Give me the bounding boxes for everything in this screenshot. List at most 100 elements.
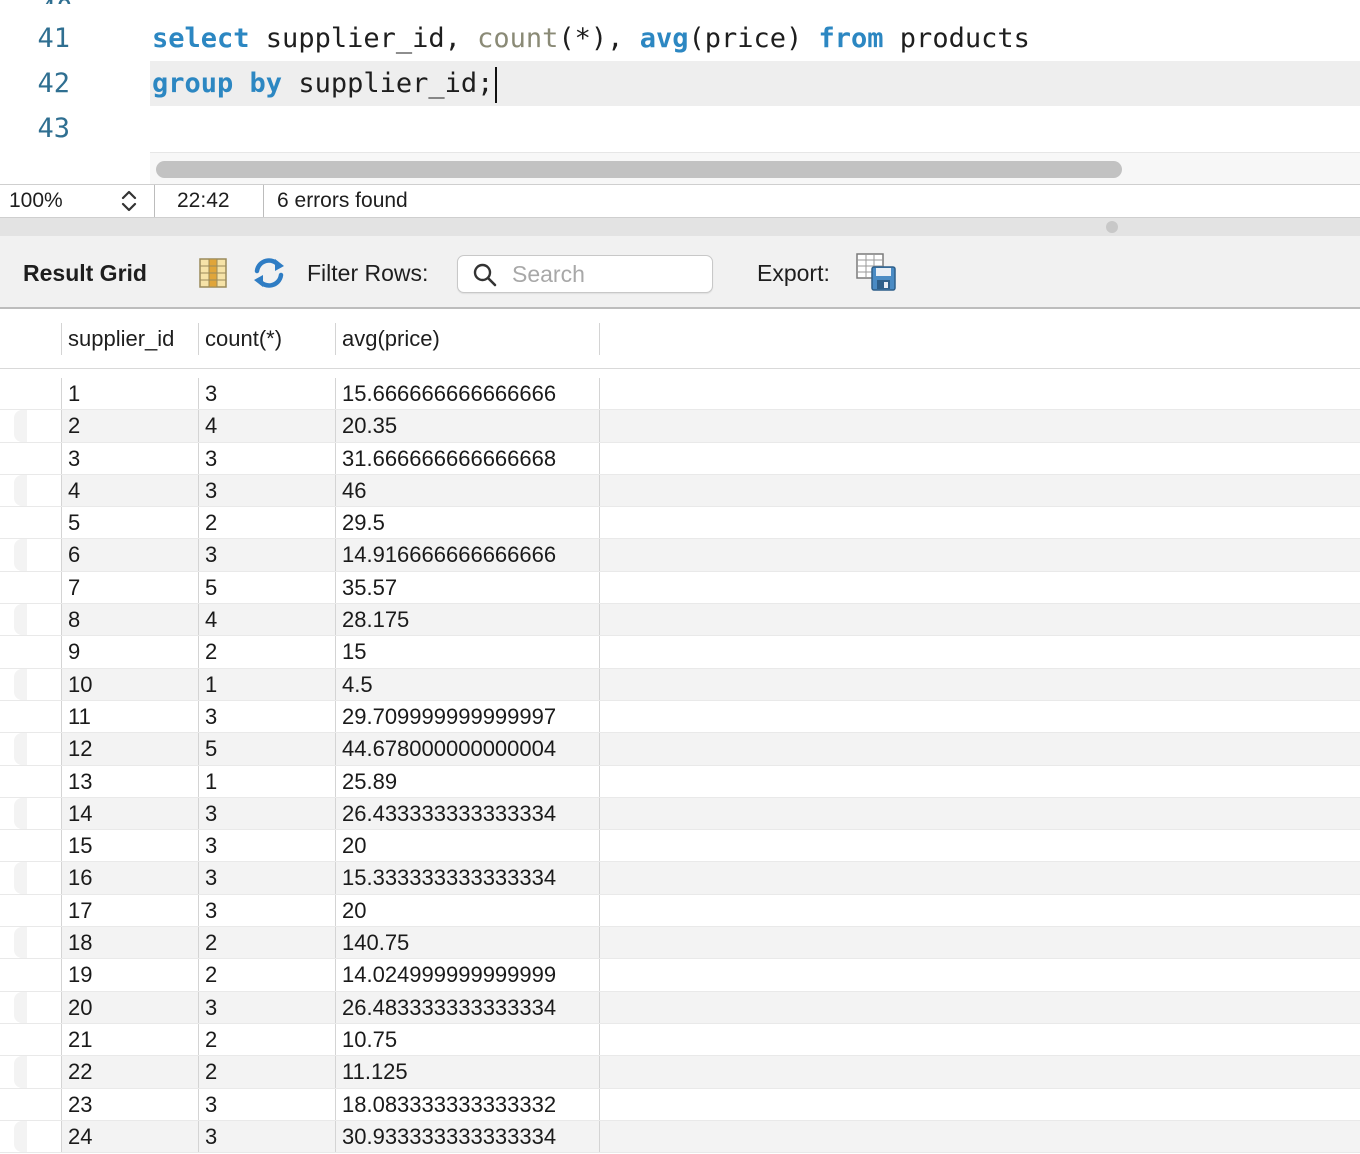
- cell-count[interactable]: 3: [198, 474, 335, 507]
- scrollbar-thumb[interactable]: [156, 161, 1122, 178]
- cell-supplier-id[interactable]: 6: [61, 539, 198, 571]
- cell-supplier-id[interactable]: 19: [61, 959, 198, 991]
- panel-splitter[interactable]: [0, 218, 1360, 236]
- cell-avg-price[interactable]: 20: [335, 830, 600, 862]
- cell-supplier-id[interactable]: 14: [61, 797, 198, 830]
- splitter-handle[interactable]: [1106, 221, 1118, 233]
- cell-avg-price[interactable]: 25.89: [335, 765, 600, 797]
- cell-count[interactable]: 4: [198, 604, 335, 636]
- cell-avg-price[interactable]: 26.483333333333334: [335, 991, 600, 1023]
- cell-avg-price[interactable]: 28.175: [335, 604, 600, 636]
- cell-avg-price[interactable]: 15.666666666666666: [335, 378, 600, 410]
- cell-avg-price[interactable]: 29.5: [335, 507, 600, 539]
- cell-count[interactable]: 3: [198, 378, 335, 410]
- cell-count[interactable]: 3: [198, 894, 335, 927]
- cell-supplier-id[interactable]: 7: [61, 571, 198, 604]
- cell-count[interactable]: 3: [198, 700, 335, 733]
- cell-supplier-id[interactable]: 20: [61, 991, 198, 1023]
- cell-count[interactable]: 2: [198, 636, 335, 668]
- cell-count[interactable]: 2: [198, 927, 335, 959]
- code-line[interactable]: 43: [0, 106, 1360, 151]
- table-row[interactable]: 4 3 46: [0, 474, 1360, 508]
- cell-avg-price[interactable]: 44.678000000000004: [335, 733, 600, 765]
- cell-count[interactable]: 3: [198, 539, 335, 571]
- cell-avg-price[interactable]: 10.75: [335, 1023, 600, 1056]
- cell-supplier-id[interactable]: 13: [61, 765, 198, 797]
- cell-supplier-id[interactable]: 16: [61, 862, 198, 894]
- cell-avg-price[interactable]: 26.433333333333334: [335, 797, 600, 830]
- cell-count[interactable]: 2: [198, 507, 335, 539]
- cell-count[interactable]: 4: [198, 410, 335, 442]
- cell-avg-price[interactable]: 30.933333333333334: [335, 1120, 600, 1153]
- table-row[interactable]: 5 2 29.5: [0, 507, 1360, 540]
- cell-supplier-id[interactable]: 3: [61, 442, 198, 474]
- cell-count[interactable]: 2: [198, 1023, 335, 1056]
- table-row[interactable]: 10 1 4.5: [0, 668, 1360, 701]
- table-row[interactable]: 6 3 14.916666666666666: [0, 539, 1360, 572]
- cell-supplier-id[interactable]: 22: [61, 1056, 198, 1088]
- table-row[interactable]: 18 2 140.75: [0, 927, 1360, 960]
- cell-count[interactable]: 3: [198, 991, 335, 1023]
- column-header-count[interactable]: count(*): [198, 323, 335, 355]
- cell-supplier-id[interactable]: 24: [61, 1120, 198, 1153]
- column-header-avg-price[interactable]: avg(price): [335, 323, 600, 355]
- cell-avg-price[interactable]: 20: [335, 894, 600, 927]
- cell-avg-price[interactable]: 29.709999999999997: [335, 700, 600, 733]
- search-input[interactable]: [512, 260, 702, 288]
- cell-supplier-id[interactable]: 21: [61, 1023, 198, 1056]
- cell-avg-price[interactable]: 14.024999999999999: [335, 959, 600, 991]
- cell-supplier-id[interactable]: 11: [61, 700, 198, 733]
- table-row[interactable]: 11 3 29.709999999999997: [0, 700, 1360, 734]
- cell-supplier-id[interactable]: 9: [61, 636, 198, 668]
- table-row[interactable]: 23 3 18.083333333333332: [0, 1088, 1360, 1121]
- column-header-supplier-id[interactable]: supplier_id: [61, 323, 198, 355]
- export-table-icon[interactable]: [856, 253, 896, 291]
- zoom-select[interactable]: 100%: [0, 185, 155, 217]
- cell-supplier-id[interactable]: 4: [61, 474, 198, 507]
- cell-avg-price[interactable]: 35.57: [335, 571, 600, 604]
- table-row[interactable]: 8 4 28.175: [0, 604, 1360, 637]
- cell-supplier-id[interactable]: 1: [61, 378, 198, 410]
- cell-count[interactable]: 3: [198, 442, 335, 474]
- cell-avg-price[interactable]: 14.916666666666666: [335, 539, 600, 571]
- table-row[interactable]: 2 4 20.35: [0, 410, 1360, 443]
- table-row[interactable]: 12 5 44.678000000000004: [0, 733, 1360, 766]
- cell-avg-price[interactable]: 31.666666666666668: [335, 442, 600, 474]
- code-line[interactable]: 42 group by supplier_id;: [0, 61, 1360, 106]
- cell-count[interactable]: 3: [198, 1088, 335, 1120]
- cell-supplier-id[interactable]: 15: [61, 830, 198, 862]
- table-row[interactable]: 24 3 30.933333333333334: [0, 1120, 1360, 1154]
- cell-supplier-id[interactable]: 5: [61, 507, 198, 539]
- result-grid[interactable]: supplier_id count(*) avg(price) 1 3 15.666…: [0, 309, 1360, 1154]
- cell-supplier-id[interactable]: 2: [61, 410, 198, 442]
- cell-avg-price[interactable]: 15.333333333333334: [335, 862, 600, 894]
- cell-avg-price[interactable]: 4.5: [335, 668, 600, 700]
- table-row[interactable]: 21 2 10.75: [0, 1023, 1360, 1057]
- cell-count[interactable]: 1: [198, 765, 335, 797]
- table-row[interactable]: 15 3 20: [0, 830, 1360, 863]
- code-text[interactable]: group by supplier_id;: [152, 61, 498, 106]
- table-row[interactable]: 9 2 15: [0, 636, 1360, 669]
- table-row[interactable]: 16 3 15.333333333333334: [0, 862, 1360, 895]
- table-row[interactable]: 1 3 15.666666666666666: [0, 378, 1360, 411]
- filter-rows-search[interactable]: [457, 255, 713, 293]
- cell-count[interactable]: 2: [198, 1056, 335, 1088]
- cell-count[interactable]: 3: [198, 1120, 335, 1153]
- cell-supplier-id[interactable]: 23: [61, 1088, 198, 1120]
- cell-count[interactable]: 3: [198, 862, 335, 894]
- table-row[interactable]: 7 5 35.57: [0, 571, 1360, 605]
- cell-count[interactable]: 5: [198, 571, 335, 604]
- sql-editor[interactable]: 40 41 select supplier_id, count(*), avg(p…: [0, 0, 1360, 184]
- cell-avg-price[interactable]: 11.125: [335, 1056, 600, 1088]
- chevron-updown-icon[interactable]: [118, 188, 140, 214]
- cell-avg-price[interactable]: 15: [335, 636, 600, 668]
- table-row[interactable]: 14 3 26.433333333333334: [0, 797, 1360, 831]
- error-count[interactable]: 6 errors found: [277, 189, 408, 213]
- table-row[interactable]: 20 3 26.483333333333334: [0, 991, 1360, 1024]
- cell-supplier-id[interactable]: 8: [61, 604, 198, 636]
- cell-avg-price[interactable]: 140.75: [335, 927, 600, 959]
- cell-avg-price[interactable]: 18.083333333333332: [335, 1088, 600, 1120]
- cell-supplier-id[interactable]: 18: [61, 927, 198, 959]
- cell-count[interactable]: 5: [198, 733, 335, 765]
- code-text[interactable]: select supplier_id, count(*), avg(price)…: [152, 16, 1030, 61]
